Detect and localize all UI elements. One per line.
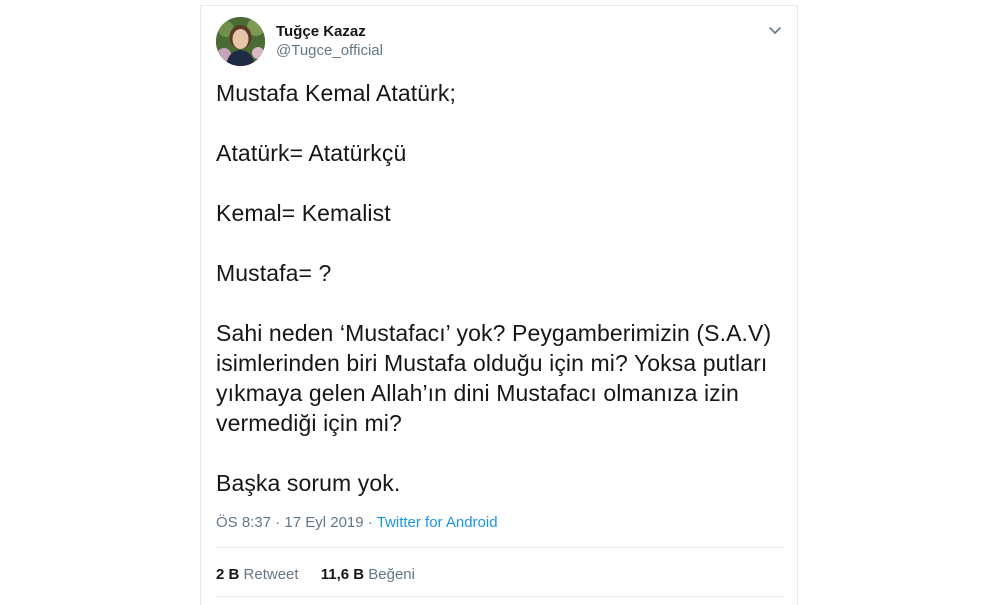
tweet-blank-line [216, 288, 781, 318]
tweet-blank-line [216, 228, 781, 258]
tweet-paragraph: Başka sorum yok. [216, 470, 401, 496]
chevron-down-icon[interactable] [767, 22, 783, 38]
tweet-header: Tuğçe Kazaz @Tugce_official [201, 6, 797, 76]
tweet-paragraph: Mustafa= ? [216, 260, 332, 286]
tweet-paragraph: Sahi neden ‘Mustafacı’ yok? Peygamberimi… [216, 320, 778, 436]
author-names[interactable]: Tuğçe Kazaz @Tugce_official [276, 23, 383, 61]
tweet-paragraph: Atatürk= Atatürkçü [216, 140, 407, 166]
tweet-stats: 2 B Retweet 11,6 B Beğeni [216, 565, 433, 585]
like-stat[interactable]: 11,6 B Beğeni [321, 565, 415, 585]
like-count: 11,6 B [320, 566, 365, 583]
avatar[interactable] [216, 17, 265, 66]
author-display-name[interactable]: Tuğçe Kazaz [276, 23, 383, 41]
tweet-blank-line [216, 438, 781, 468]
divider [216, 596, 784, 597]
tweet-meta: ÖS 8:37 · 17 Eyl 2019 · Twitter for Andr… [216, 513, 498, 533]
tweet-blank-line [216, 108, 781, 138]
tweet-card: Tuğçe Kazaz @Tugce_official Mustafa Kema… [200, 5, 798, 605]
tweet-text: Mustafa Kemal Atatürk; Atatürk= Atatürkç… [216, 78, 781, 498]
tweet-source-link[interactable]: Twitter for Android [377, 514, 498, 531]
tweet-paragraph: Kemal= Kemalist [216, 200, 391, 226]
retweet-label: Retweet [243, 566, 299, 583]
meta-separator: · [363, 514, 377, 531]
tweet-date[interactable]: 17 Eyl 2019 [284, 514, 363, 531]
retweet-stat[interactable]: 2 B Retweet [216, 565, 299, 585]
tweet-paragraph: Mustafa Kemal Atatürk; [216, 80, 456, 106]
tweet-time[interactable]: ÖS 8:37 [216, 514, 271, 531]
avatar-photo [216, 17, 265, 66]
tweet-blank-line [216, 168, 781, 198]
like-label: Beğeni [368, 566, 415, 583]
divider [216, 547, 784, 548]
meta-separator: · [271, 514, 285, 531]
retweet-count: 2 B [216, 566, 240, 583]
author-handle[interactable]: @Tugce_official [276, 41, 383, 61]
